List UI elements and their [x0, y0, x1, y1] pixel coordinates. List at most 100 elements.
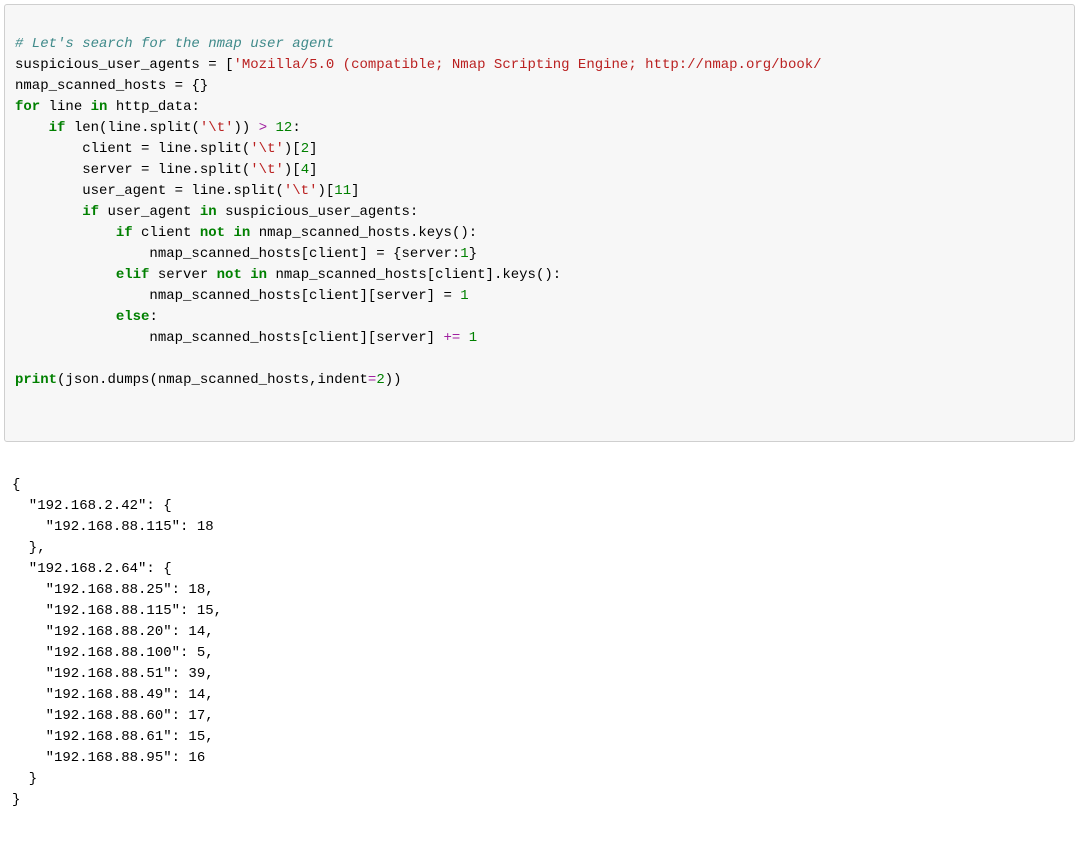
code-token: ]	[309, 162, 317, 178]
code-token: nmap_scanned_hosts,indent	[158, 372, 368, 388]
code-string: '\t'	[200, 120, 234, 136]
code-token: nmap_scanned_hosts	[259, 225, 410, 241]
code-keyword: if	[82, 204, 99, 220]
code-string: '\t'	[284, 183, 318, 199]
code-token: [	[292, 141, 300, 157]
code-token: split	[200, 141, 242, 157]
code-token	[65, 120, 73, 136]
code-token: .	[191, 162, 199, 178]
code-token: line	[107, 120, 141, 136]
code-token: .keys():	[494, 267, 561, 283]
output-line: "192.168.88.49": 14,	[12, 687, 214, 703]
code-token: client	[141, 225, 200, 241]
output-line: "192.168.88.20": 14,	[12, 624, 214, 640]
code-token: nmap_scanned_hosts[client][server]	[149, 330, 435, 346]
code-token: line	[49, 99, 83, 115]
code-token: (	[242, 162, 250, 178]
code-keyword: else	[116, 309, 150, 325]
code-number: 1	[460, 246, 468, 262]
code-token	[133, 225, 141, 241]
code-token	[217, 204, 225, 220]
code-keyword: in	[233, 225, 250, 241]
code-token: user_agent	[107, 204, 199, 220]
code-token: user_agent = line	[82, 183, 225, 199]
code-token: =	[200, 57, 225, 73]
code-token: suspicious_user_agents	[15, 57, 200, 73]
code-token	[82, 99, 90, 115]
code-token	[250, 225, 258, 241]
code-token: nmap_scanned_hosts[client] = {server:	[149, 246, 460, 262]
code-indent	[15, 141, 82, 157]
output-line: "192.168.88.25": 18,	[12, 582, 214, 598]
code-keyword: in	[200, 204, 217, 220]
code-token: ]	[351, 183, 359, 199]
code-token: )	[234, 120, 242, 136]
code-indent	[15, 309, 116, 325]
output-line: "192.168.88.100": 5,	[12, 645, 214, 661]
code-number: 12	[276, 120, 293, 136]
output-line: "192.168.88.60": 17,	[12, 708, 214, 724]
code-token: )	[317, 183, 325, 199]
code-keyword: in	[91, 99, 108, 115]
code-keyword: elif	[116, 267, 150, 283]
code-token: ]	[309, 141, 317, 157]
output-line: "192.168.88.61": 15,	[12, 729, 214, 745]
output-line: }	[12, 792, 20, 808]
code-token: (	[275, 183, 283, 199]
output-line: {	[12, 477, 20, 493]
code-number: 1	[460, 288, 468, 304]
code-indent	[15, 225, 116, 241]
code-indent	[15, 267, 116, 283]
code-token: .	[191, 141, 199, 157]
code-number: 1	[469, 330, 477, 346]
code-token: split	[200, 162, 242, 178]
code-token: json	[65, 372, 99, 388]
code-number: 4	[301, 162, 309, 178]
code-input-cell[interactable]: # Let's search for the nmap user agent s…	[4, 4, 1075, 442]
code-indent	[15, 288, 149, 304]
code-indent	[15, 330, 149, 346]
code-token: (	[149, 372, 157, 388]
code-keyword: not	[217, 267, 242, 283]
code-output-cell: { "192.168.2.42": { "192.168.88.115": 18…	[0, 446, 1079, 861]
code-token: len	[74, 120, 99, 136]
code-token: nmap_scanned_hosts[client]	[276, 267, 494, 283]
code-token	[149, 267, 157, 283]
code-token: suspicious_user_agents:	[225, 204, 418, 220]
code-string: '\t'	[250, 141, 284, 157]
code-keyword: for	[15, 99, 40, 115]
code-token: client = line	[82, 141, 191, 157]
output-line: },	[12, 540, 46, 556]
code-token: http_data:	[116, 99, 200, 115]
code-keyword: not	[200, 225, 225, 241]
output-line: "192.168.2.64": {	[12, 561, 172, 577]
code-token	[267, 267, 275, 283]
code-content: # Let's search for the nmap user agent s…	[15, 34, 1064, 391]
code-indent	[15, 120, 49, 136]
code-comment: # Let's search for the nmap user agent	[15, 36, 334, 52]
code-token: )	[385, 372, 393, 388]
code-indent	[15, 183, 82, 199]
code-token: = {}	[166, 78, 208, 94]
output-line: "192.168.88.51": 39,	[12, 666, 214, 682]
output-line: "192.168.88.115": 15,	[12, 603, 222, 619]
code-number: 2	[301, 141, 309, 157]
code-token: :	[292, 120, 300, 136]
code-string: '\t'	[250, 162, 284, 178]
code-token: :	[149, 309, 157, 325]
code-token: (	[191, 120, 199, 136]
code-token: nmap_scanned_hosts[client][server] =	[149, 288, 460, 304]
code-indent	[15, 162, 82, 178]
code-number: 11	[334, 183, 351, 199]
code-token: split	[233, 183, 275, 199]
code-token	[107, 99, 115, 115]
code-token: dumps	[107, 372, 149, 388]
code-keyword: if	[49, 120, 66, 136]
code-token: (	[242, 141, 250, 157]
output-line: "192.168.88.115": 18	[12, 519, 214, 535]
code-op: >	[250, 120, 275, 136]
code-token	[40, 99, 48, 115]
code-keyword: print	[15, 372, 57, 388]
output-line: "192.168.88.95": 16	[12, 750, 205, 766]
code-token: server	[158, 267, 217, 283]
